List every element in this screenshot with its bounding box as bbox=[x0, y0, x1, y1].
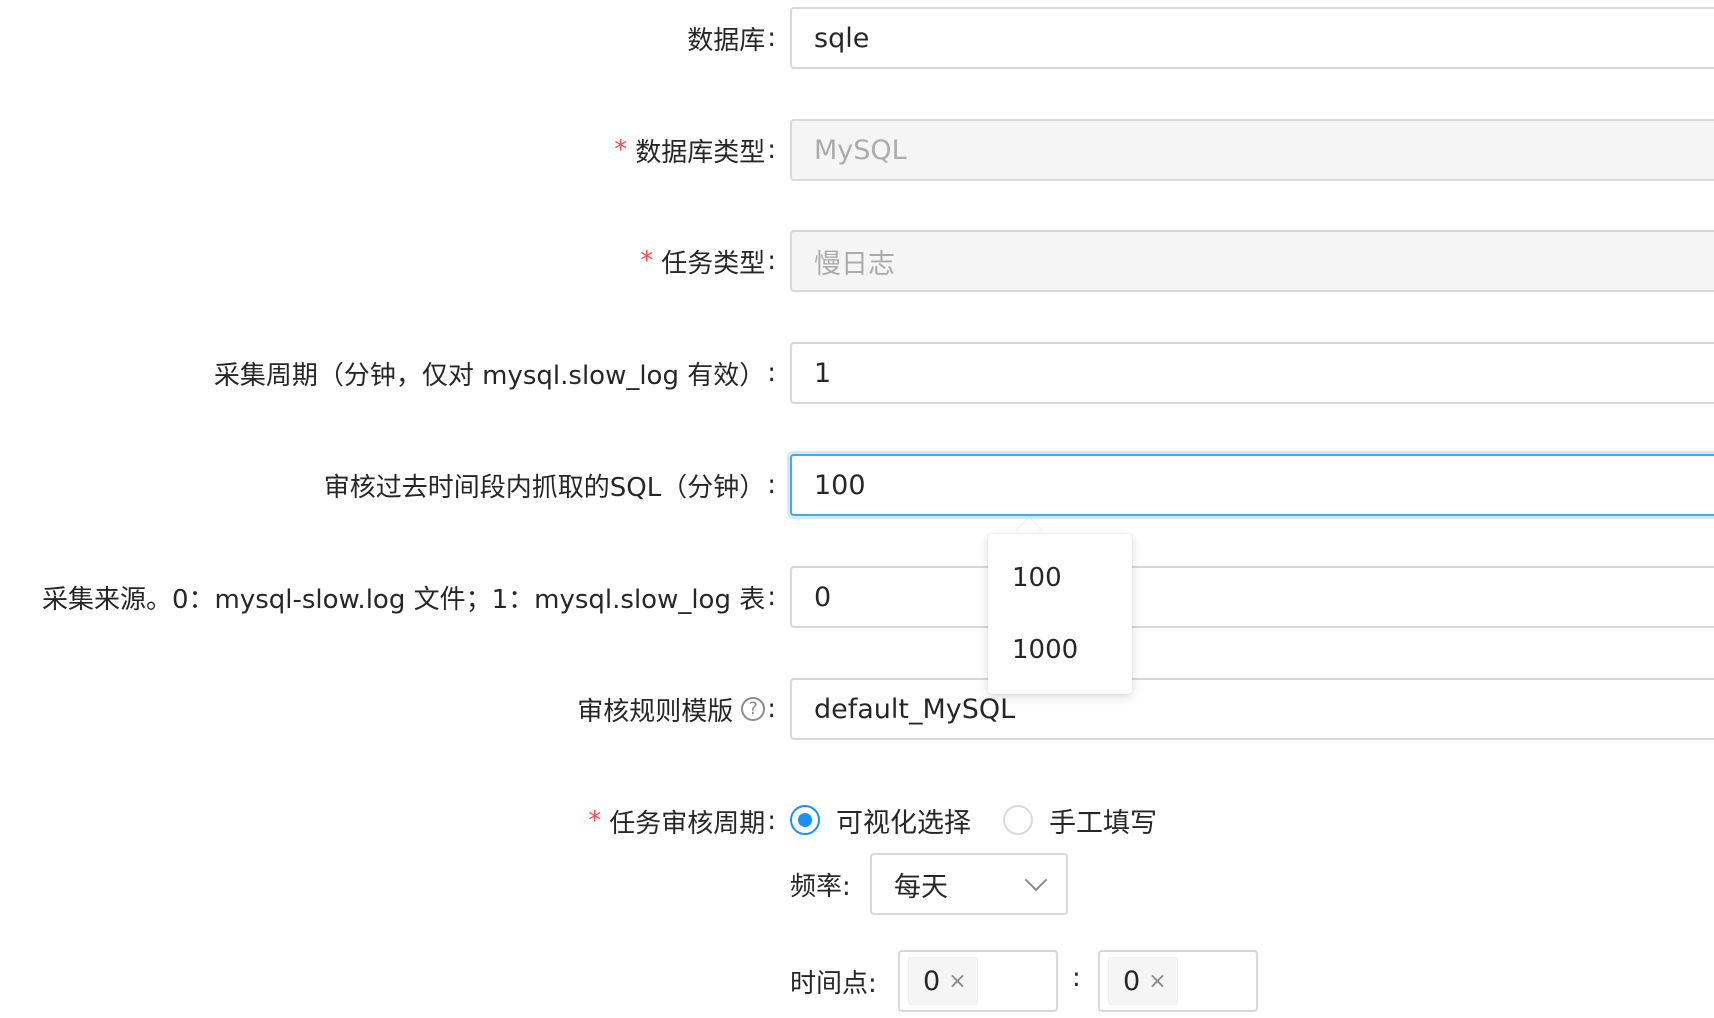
rule-template-select[interactable]: default_MySQL bbox=[790, 678, 1714, 740]
minute-tag: 0 × bbox=[1108, 957, 1178, 1005]
time-point-label: 时间点: bbox=[790, 969, 877, 999]
required-mark: * bbox=[614, 135, 628, 165]
database-input[interactable]: sqle bbox=[790, 7, 1714, 69]
form-row-audit-window: 审核过去时间段内抓取的SQL（分钟）: 100 bbox=[0, 454, 1714, 516]
frequency-select[interactable]: 每天 bbox=[870, 853, 1068, 915]
hour-tag: 0 × bbox=[908, 957, 978, 1005]
required-mark: * bbox=[588, 806, 602, 836]
collect-period-label: 采集周期（分钟，仅对 mysql.slow_log 有效）: bbox=[213, 358, 776, 391]
minute-select[interactable]: 0 × bbox=[1098, 950, 1258, 1012]
form-row-collect-period: 采集周期（分钟，仅对 mysql.slow_log 有效）: 1 bbox=[0, 342, 1714, 404]
rule-template-label: 审核规则模版 ?: bbox=[577, 694, 776, 727]
chevron-down-icon bbox=[1024, 868, 1048, 892]
collect-period-input[interactable]: 1 bbox=[790, 342, 1714, 404]
form-row-rule-template: 审核规则模版 ?: default_MySQL bbox=[0, 678, 1714, 740]
frequency-label: 频率: bbox=[790, 872, 851, 902]
audit-schedule-label: * 任务审核周期: bbox=[588, 806, 776, 839]
question-circle-icon[interactable]: ? bbox=[741, 697, 766, 721]
collect-source-input[interactable]: 0 bbox=[790, 566, 1714, 628]
dropdown-option-100[interactable]: 100 bbox=[988, 542, 1132, 614]
radio-manual-input[interactable]: 手工填写 bbox=[1003, 801, 1157, 840]
dropdown-option-1000[interactable]: 1000 bbox=[988, 614, 1132, 686]
radio-unchecked-icon[interactable] bbox=[1003, 805, 1033, 835]
form-row-db-type: * 数据库类型: MySQL bbox=[0, 119, 1714, 181]
database-label: 数据库: bbox=[687, 23, 776, 56]
radio-checked-icon[interactable] bbox=[790, 805, 820, 835]
radio-visual-select[interactable]: 可视化选择 bbox=[790, 801, 971, 840]
close-icon[interactable]: × bbox=[948, 969, 966, 994]
schedule-mode-radio-group: 可视化选择 手工填写 bbox=[790, 800, 1189, 840]
hour-select[interactable]: 0 × bbox=[898, 950, 1058, 1012]
db-type-label: * 数据库类型: bbox=[614, 135, 776, 168]
autocomplete-dropdown: 100 1000 bbox=[988, 534, 1132, 694]
collect-source-label: 采集来源。0：mysql-slow.log 文件；1：mysql.slow_lo… bbox=[41, 582, 776, 615]
task-type-label: * 任务类型: bbox=[640, 246, 776, 279]
audit-window-label: 审核过去时间段内抓取的SQL（分钟）: bbox=[323, 470, 776, 503]
close-icon[interactable]: × bbox=[1148, 969, 1166, 994]
form-row-database: 数据库: sqle bbox=[0, 7, 1714, 69]
time-separator: : bbox=[1072, 963, 1081, 993]
required-mark: * bbox=[640, 246, 654, 276]
task-type-input: 慢日志 bbox=[790, 230, 1714, 292]
db-type-input: MySQL bbox=[790, 119, 1714, 181]
form-row-task-type: * 任务类型: 慢日志 bbox=[0, 230, 1714, 292]
audit-window-input[interactable]: 100 bbox=[790, 454, 1714, 516]
form-row-collect-source: 采集来源。0：mysql-slow.log 文件；1：mysql.slow_lo… bbox=[0, 566, 1714, 628]
